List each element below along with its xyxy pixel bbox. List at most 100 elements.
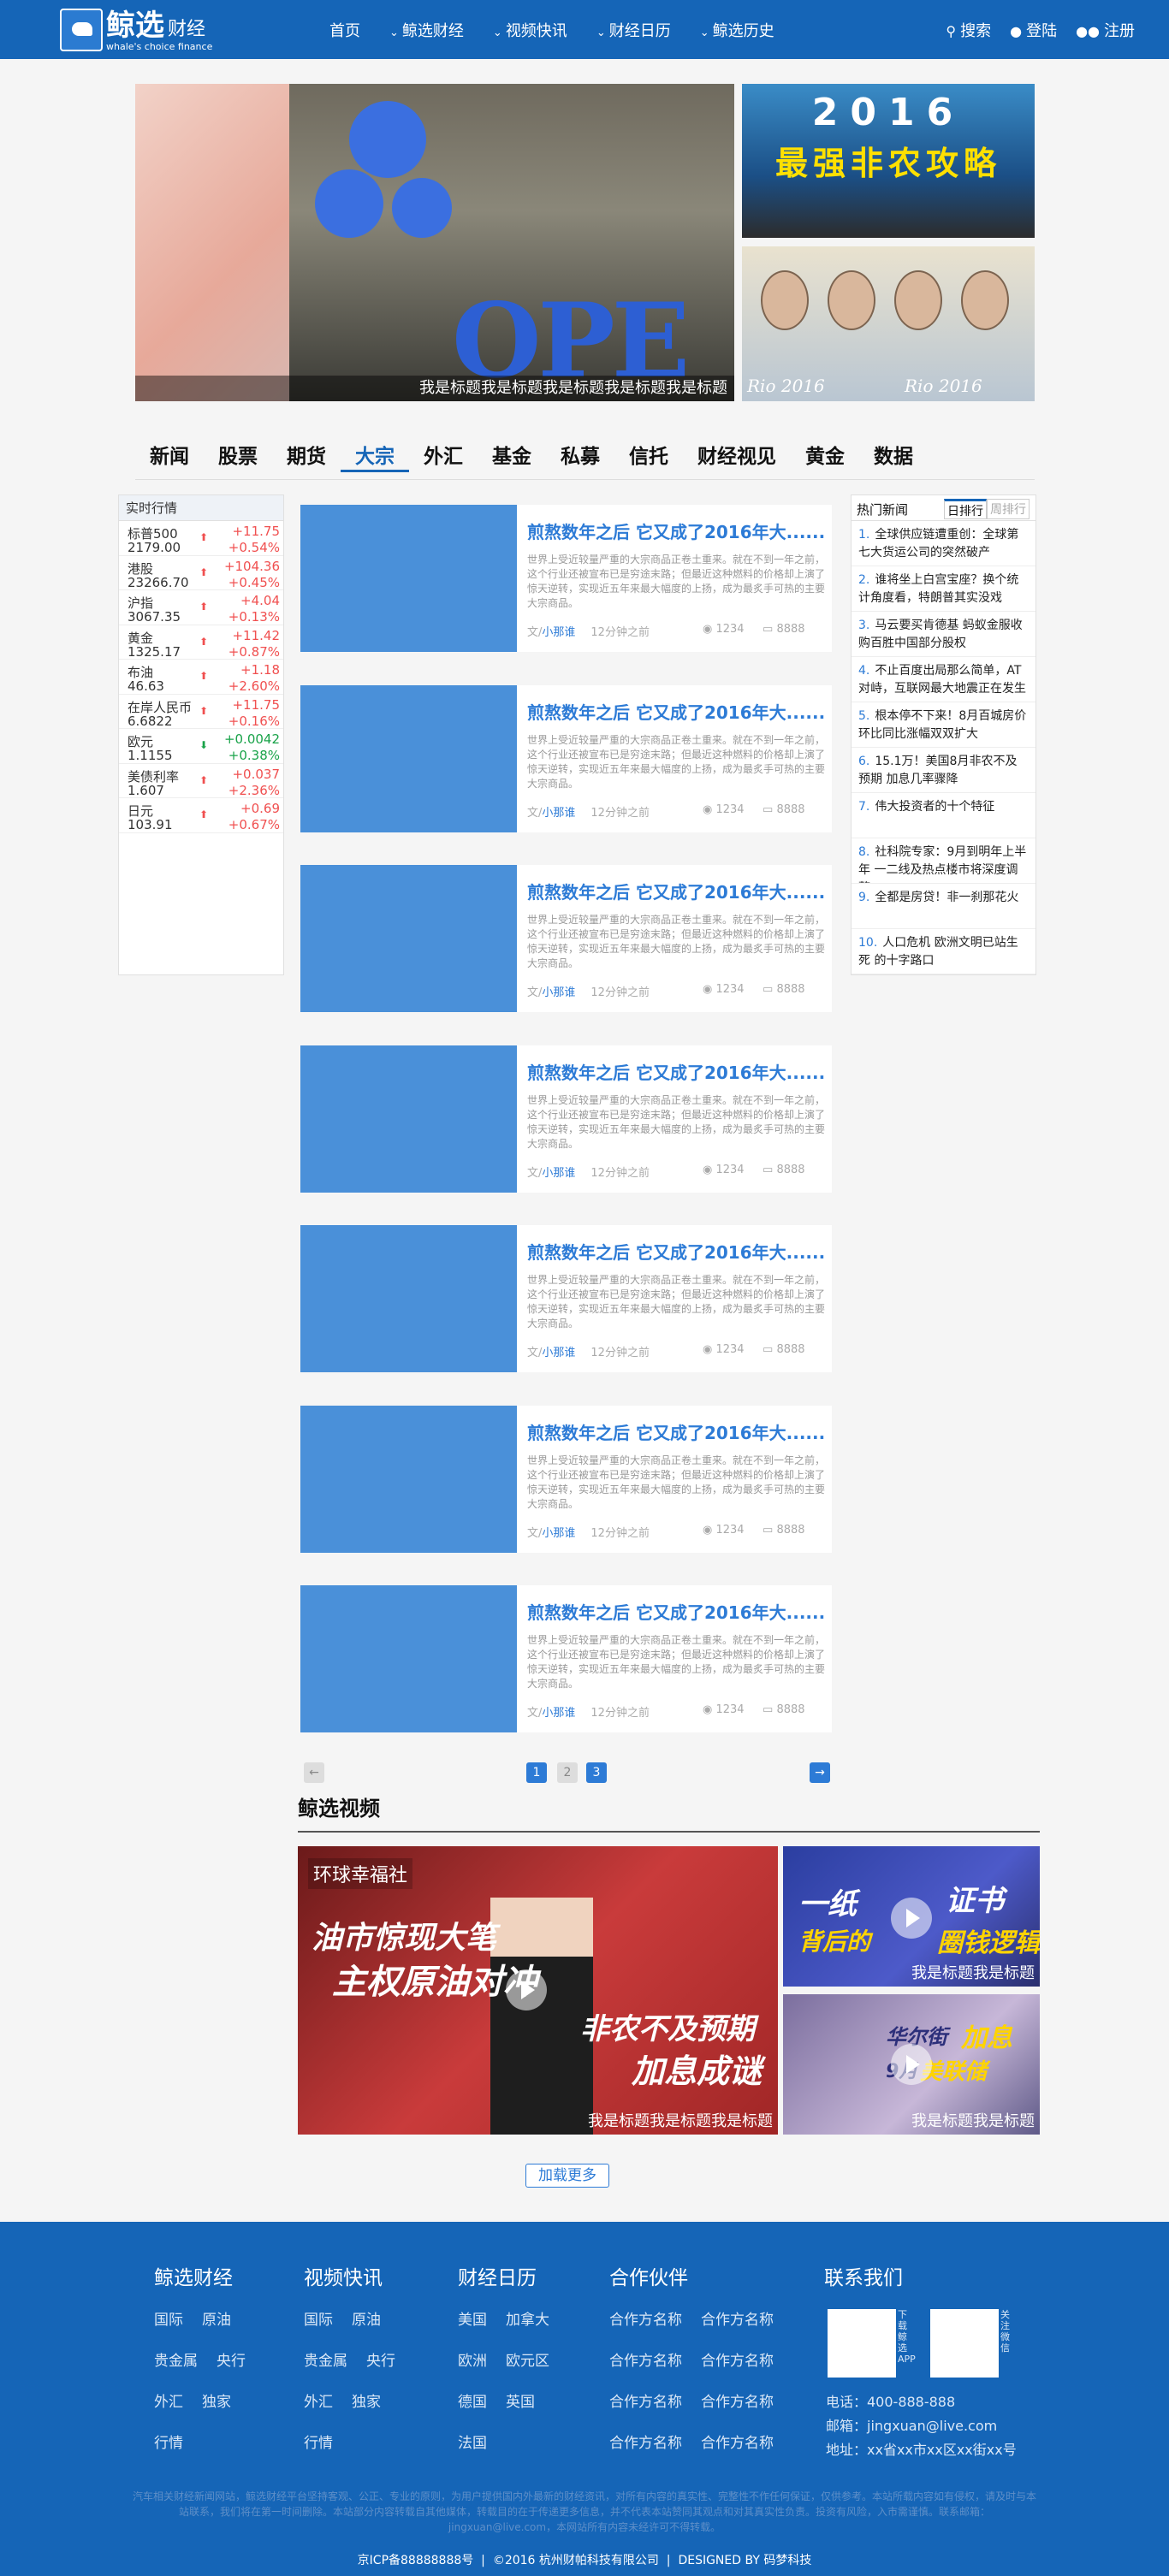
article-card[interactable]: 煎熬数年之后 它又成了2016年大...... 世界上受近较量严重的大宗商品正卷土… bbox=[300, 1225, 832, 1372]
hero-banner[interactable]: OPE 我是标题我是标题我是标题我是标题我是标题 bbox=[135, 84, 734, 401]
footer-link[interactable]: 合作方名称 bbox=[609, 2435, 682, 2452]
footer-link[interactable]: 英国 bbox=[506, 2394, 535, 2411]
footer-link[interactable]: 法国 bbox=[458, 2435, 487, 2452]
category-tab[interactable]: 新闻 bbox=[135, 440, 204, 472]
article-author[interactable]: 小那谁 bbox=[542, 807, 575, 820]
video-main[interactable]: 环球幸福社 油市惊现大笔 主权原油对冲 非农不及预期 加息成谜 我是标题我是标题… bbox=[298, 1846, 778, 2135]
article-thumbnail[interactable] bbox=[300, 1225, 517, 1372]
footer-link[interactable]: 原油 bbox=[202, 2312, 231, 2329]
hot-news-item[interactable]: 7. 伟大投资者的十个特征 bbox=[852, 793, 1035, 838]
article-card[interactable]: 煎熬数年之后 它又成了2016年大...... 世界上受近较量严重的大宗商品正卷土… bbox=[300, 1585, 832, 1732]
page-3[interactable]: 3 bbox=[586, 1762, 607, 1783]
footer-link[interactable]: 国际 bbox=[154, 2312, 183, 2329]
play-icon[interactable] bbox=[891, 1898, 932, 1939]
article-author[interactable]: 小那谁 bbox=[542, 1527, 575, 1540]
market-row[interactable]: 标普500 2179.00 ⬆ +11.75 +0.54% bbox=[119, 521, 283, 556]
footer-link[interactable]: 央行 bbox=[366, 2353, 395, 2370]
article-card[interactable]: 煎熬数年之后 它又成了2016年大...... 世界上受近较量严重的大宗商品正卷土… bbox=[300, 505, 832, 652]
article-author[interactable]: 小那谁 bbox=[542, 986, 575, 999]
footer-link[interactable]: 合作方名称 bbox=[609, 2353, 682, 2370]
market-row[interactable]: 日元 103.91 ⬆ +0.69 +0.67% bbox=[119, 798, 283, 833]
footer-link[interactable]: 合作方名称 bbox=[609, 2312, 682, 2329]
article-thumbnail[interactable] bbox=[300, 1585, 517, 1732]
footer-link[interactable]: 加拿大 bbox=[506, 2312, 549, 2329]
article-card[interactable]: 煎熬数年之后 它又成了2016年大...... 世界上受近较量严重的大宗商品正卷土… bbox=[300, 865, 832, 1012]
article-card[interactable]: 煎熬数年之后 它又成了2016年大...... 世界上受近较量严重的大宗商品正卷土… bbox=[300, 1405, 832, 1553]
article-thumbnail[interactable] bbox=[300, 865, 517, 1012]
hot-news-item[interactable]: 6. 15.1万！美国8月非农不及预期 加息几率骤降 bbox=[852, 748, 1035, 793]
category-tab[interactable]: 数据 bbox=[859, 440, 928, 472]
register-button[interactable]: ●● 注册 bbox=[1076, 19, 1135, 41]
load-more-button[interactable]: 加载更多 bbox=[525, 2164, 609, 2188]
market-row[interactable]: 港股 23266.70 ⬆ +104.36 +0.45% bbox=[119, 556, 283, 590]
category-tab[interactable]: 黄金 bbox=[791, 440, 859, 472]
footer-link[interactable]: 合作方名称 bbox=[701, 2435, 774, 2452]
hot-news-item[interactable]: 4. 不止百度出局那么简单，AT对峙，互联网最大地震正在发生 bbox=[852, 657, 1035, 702]
footer-link[interactable]: 合作方名称 bbox=[609, 2394, 682, 2411]
category-tab[interactable]: 基金 bbox=[478, 440, 546, 472]
article-card[interactable]: 煎熬数年之后 它又成了2016年大...... 世界上受近较量严重的大宗商品正卷土… bbox=[300, 1045, 832, 1193]
category-tab[interactable]: 股票 bbox=[204, 440, 272, 472]
article-title[interactable]: 煎熬数年之后 它又成了2016年大...... bbox=[527, 1599, 825, 1624]
market-row[interactable]: 欧元 1.1155 ⬇ +0.0042 +0.38% bbox=[119, 729, 283, 764]
article-author[interactable]: 小那谁 bbox=[542, 1167, 575, 1180]
play-icon[interactable] bbox=[506, 1969, 547, 2010]
footer-link[interactable]: 合作方名称 bbox=[701, 2394, 774, 2411]
promo-nonfarm[interactable]: 2016 最强非农攻略 bbox=[742, 84, 1035, 238]
article-title[interactable]: 煎熬数年之后 它又成了2016年大...... bbox=[527, 518, 825, 543]
hot-news-item[interactable]: 1. 全球供应链遭重创：全球第七大货运公司的突然破产 bbox=[852, 521, 1035, 566]
category-tab[interactable]: 大宗 bbox=[341, 440, 409, 472]
footer-link[interactable]: 欧元区 bbox=[506, 2353, 549, 2370]
article-author[interactable]: 小那谁 bbox=[542, 1347, 575, 1359]
category-tab[interactable]: 期货 bbox=[272, 440, 341, 472]
article-title[interactable]: 煎熬数年之后 它又成了2016年大...... bbox=[527, 1059, 825, 1084]
article-title[interactable]: 煎熬数年之后 它又成了2016年大...... bbox=[527, 879, 825, 903]
nav-home[interactable]: 首页 bbox=[329, 19, 360, 41]
article-title[interactable]: 煎熬数年之后 它又成了2016年大...... bbox=[527, 699, 825, 724]
video-small[interactable]: 一纸 证书 背后的 圈钱逻辑 我是标题我是标题 bbox=[783, 1846, 1040, 1987]
prev-page-button[interactable]: ← bbox=[304, 1762, 324, 1783]
footer-link[interactable]: 合作方名称 bbox=[701, 2312, 774, 2329]
play-icon[interactable] bbox=[891, 2044, 932, 2085]
footer-link[interactable]: 欧洲 bbox=[458, 2353, 487, 2370]
next-page-button[interactable]: → bbox=[810, 1762, 830, 1783]
tab-daily[interactable]: 日排行 bbox=[944, 499, 987, 519]
hot-news-item[interactable]: 9. 全都是房贷！非一刹那花火 bbox=[852, 884, 1035, 929]
hot-news-item[interactable]: 5. 根本停不下来！8月百城房价环比同比涨幅双双扩大 bbox=[852, 702, 1035, 748]
category-tab[interactable]: 私募 bbox=[546, 440, 614, 472]
footer-link[interactable]: 外汇 bbox=[154, 2394, 183, 2411]
nav-calendar[interactable]: ⌄ 财经日历 bbox=[596, 19, 671, 41]
footer-link[interactable]: 央行 bbox=[217, 2353, 246, 2370]
page-1[interactable]: 1 bbox=[526, 1762, 547, 1783]
article-thumbnail[interactable] bbox=[300, 505, 517, 652]
hot-news-item[interactable]: 3. 马云要买肯德基 蚂蚁金服收购百胜中国部分股权 bbox=[852, 612, 1035, 657]
footer-link[interactable]: 德国 bbox=[458, 2394, 487, 2411]
footer-link[interactable]: 贵金属 bbox=[154, 2353, 198, 2370]
article-thumbnail[interactable] bbox=[300, 1405, 517, 1553]
site-logo[interactable]: 鲸选 财经 whale's choice finance bbox=[60, 9, 231, 52]
footer-link[interactable]: 合作方名称 bbox=[701, 2353, 774, 2370]
footer-link[interactable]: 原油 bbox=[352, 2312, 381, 2329]
hot-news-item[interactable]: 8.社科院专家：9月到明年上半年 一二线及热点楼市将深度调整 bbox=[852, 838, 1035, 884]
category-tab[interactable]: 财经视见 bbox=[683, 440, 791, 472]
footer-link[interactable]: 国际 bbox=[304, 2312, 333, 2329]
market-row[interactable]: 在岸人民币 6.6822 ⬆ +11.75 +0.16% bbox=[119, 695, 283, 729]
search-button[interactable]: ⚲ 搜索 bbox=[946, 19, 991, 41]
article-thumbnail[interactable] bbox=[300, 684, 517, 832]
article-thumbnail[interactable] bbox=[300, 1045, 517, 1193]
video-small[interactable]: 华尔街 加息 9月 美联储 我是标题我是标题 bbox=[783, 1994, 1040, 2135]
market-row[interactable]: 布油 46.63 ⬆ +1.18 +2.60% bbox=[119, 660, 283, 695]
nav-video[interactable]: ⌄ 视频快讯 bbox=[493, 19, 567, 41]
footer-link[interactable]: 美国 bbox=[458, 2312, 487, 2329]
market-row[interactable]: 沪指 3067.35 ⬆ +4.04 +0.13% bbox=[119, 590, 283, 625]
footer-link[interactable]: 行情 bbox=[154, 2435, 183, 2452]
category-tab[interactable]: 外汇 bbox=[409, 440, 478, 472]
article-title[interactable]: 煎熬数年之后 它又成了2016年大...... bbox=[527, 1419, 825, 1444]
footer-link[interactable]: 外汇 bbox=[304, 2394, 333, 2411]
article-title[interactable]: 煎熬数年之后 它又成了2016年大...... bbox=[527, 1239, 825, 1264]
market-row[interactable]: 美债利率 1.607 ⬆ +0.037 +2.36% bbox=[119, 764, 283, 798]
hot-news-item[interactable]: 2. 谁将坐上白宫宝座？换个统计角度看，特朗普其实没戏 bbox=[852, 566, 1035, 612]
footer-link[interactable]: 独家 bbox=[352, 2394, 381, 2411]
page-2[interactable]: 2 bbox=[557, 1762, 578, 1783]
article-author[interactable]: 小那谁 bbox=[542, 626, 575, 639]
